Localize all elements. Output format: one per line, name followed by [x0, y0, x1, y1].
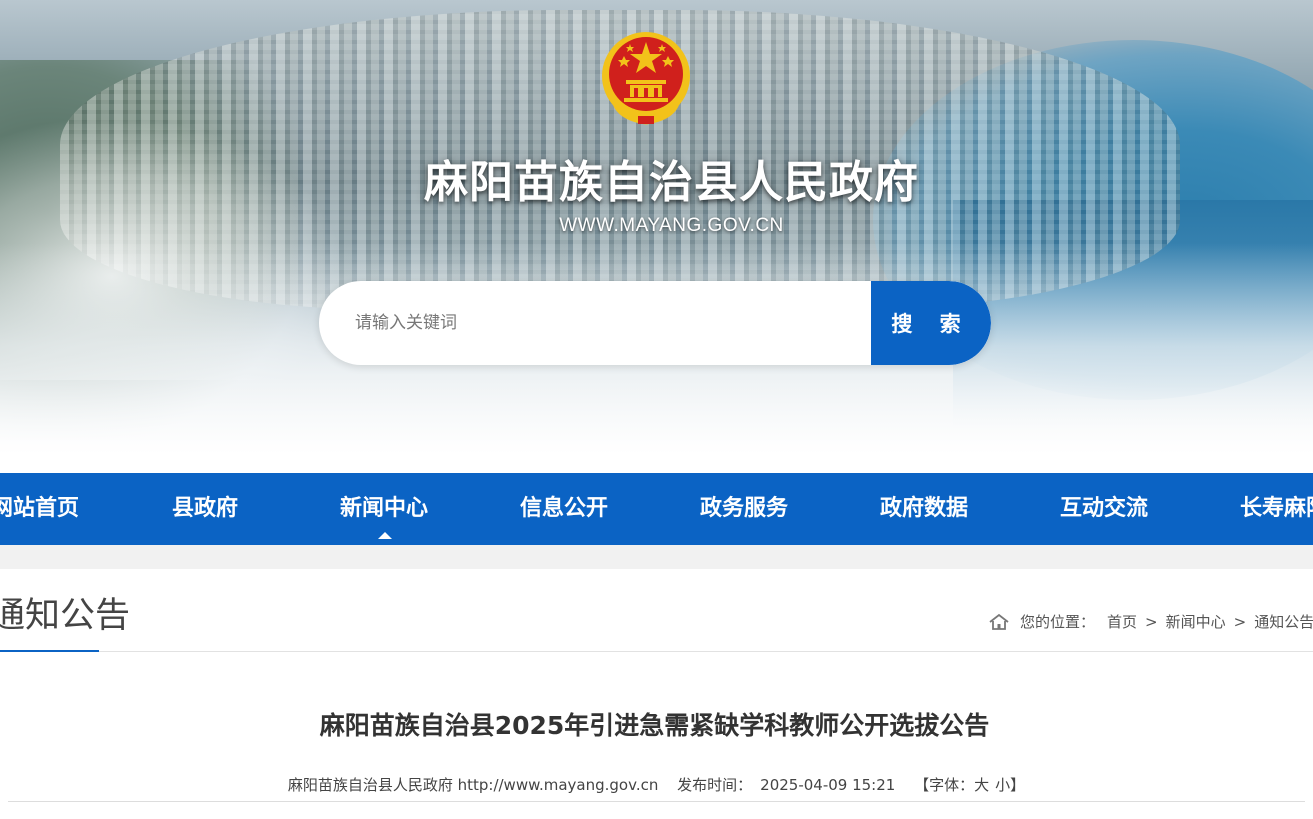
nav-item-government-data[interactable]: 政府数据 — [834, 473, 1014, 545]
breadcrumb-label: 您的位置： — [1020, 613, 1096, 631]
article-meta: 麻阳苗族自治县人民政府 http://www.mayang.gov.cn 发布时… — [0, 774, 1313, 795]
article-title: 麻阳苗族自治县2025年引进急需紧缺学科教师公开选拔公告 — [319, 711, 990, 740]
search-box: 搜 索 — [319, 281, 991, 365]
main-nav: 网站首页 县政府 新闻中心 信息公开 政务服务 政府数据 互动交流 长寿麻阳 — [0, 473, 1313, 545]
article-divider — [8, 801, 1305, 802]
active-nav-indicator — [378, 532, 392, 539]
section-title: 通知公告 — [0, 596, 131, 636]
nav-item-info-disclosure[interactable]: 信息公开 — [474, 473, 654, 545]
nav-item-government-services[interactable]: 政务服务 — [654, 473, 834, 545]
breadcrumb-home[interactable]: 首页 — [1107, 613, 1137, 631]
site-url: WWW.MAYANG.GOV.CN — [559, 215, 784, 236]
section-divider — [0, 651, 1313, 652]
search-button[interactable]: 搜 索 — [871, 281, 991, 365]
breadcrumb-separator: > — [1145, 613, 1158, 631]
breadcrumb-news-center[interactable]: 新闻中心 — [1166, 613, 1226, 631]
article-source: 麻阳苗族自治县人民政府 http://www.mayang.gov.cn — [287, 776, 659, 794]
search-input[interactable] — [319, 281, 871, 365]
nav-item-county-government[interactable]: 县政府 — [115, 473, 295, 545]
article-published: 发布时间： 2025-04-09 15:21 — [677, 776, 895, 794]
font-size-control: 【字体：大 小】 — [914, 776, 1025, 794]
breadcrumb-notices[interactable]: 通知公告 — [1254, 613, 1313, 631]
font-label: 【字体： — [914, 776, 975, 794]
nav-item-longevity-mayang[interactable]: 长寿麻阳 — [1194, 473, 1313, 545]
section-title-underline — [0, 650, 99, 652]
nav-item-home[interactable]: 网站首页 — [0, 473, 125, 545]
nav-item-interaction[interactable]: 互动交流 — [1014, 473, 1194, 545]
site-title: 麻阳苗族自治县人民政府 — [424, 157, 919, 208]
national-emblem-icon — [602, 32, 690, 125]
nav-spacer — [0, 545, 1313, 569]
breadcrumb: 您的位置： 首页 > 新闻中心 > 通知公告 — [988, 610, 1313, 634]
font-size-large-link[interactable]: 大 — [974, 776, 989, 794]
breadcrumb-separator: > — [1233, 613, 1247, 631]
published-label: 发布时间： — [677, 776, 753, 794]
home-icon — [989, 613, 1009, 630]
font-label-close: 】 — [1010, 776, 1026, 794]
published-time: 2025-04-09 15:21 — [760, 776, 896, 794]
font-size-small-link[interactable]: 小 — [995, 776, 1010, 794]
